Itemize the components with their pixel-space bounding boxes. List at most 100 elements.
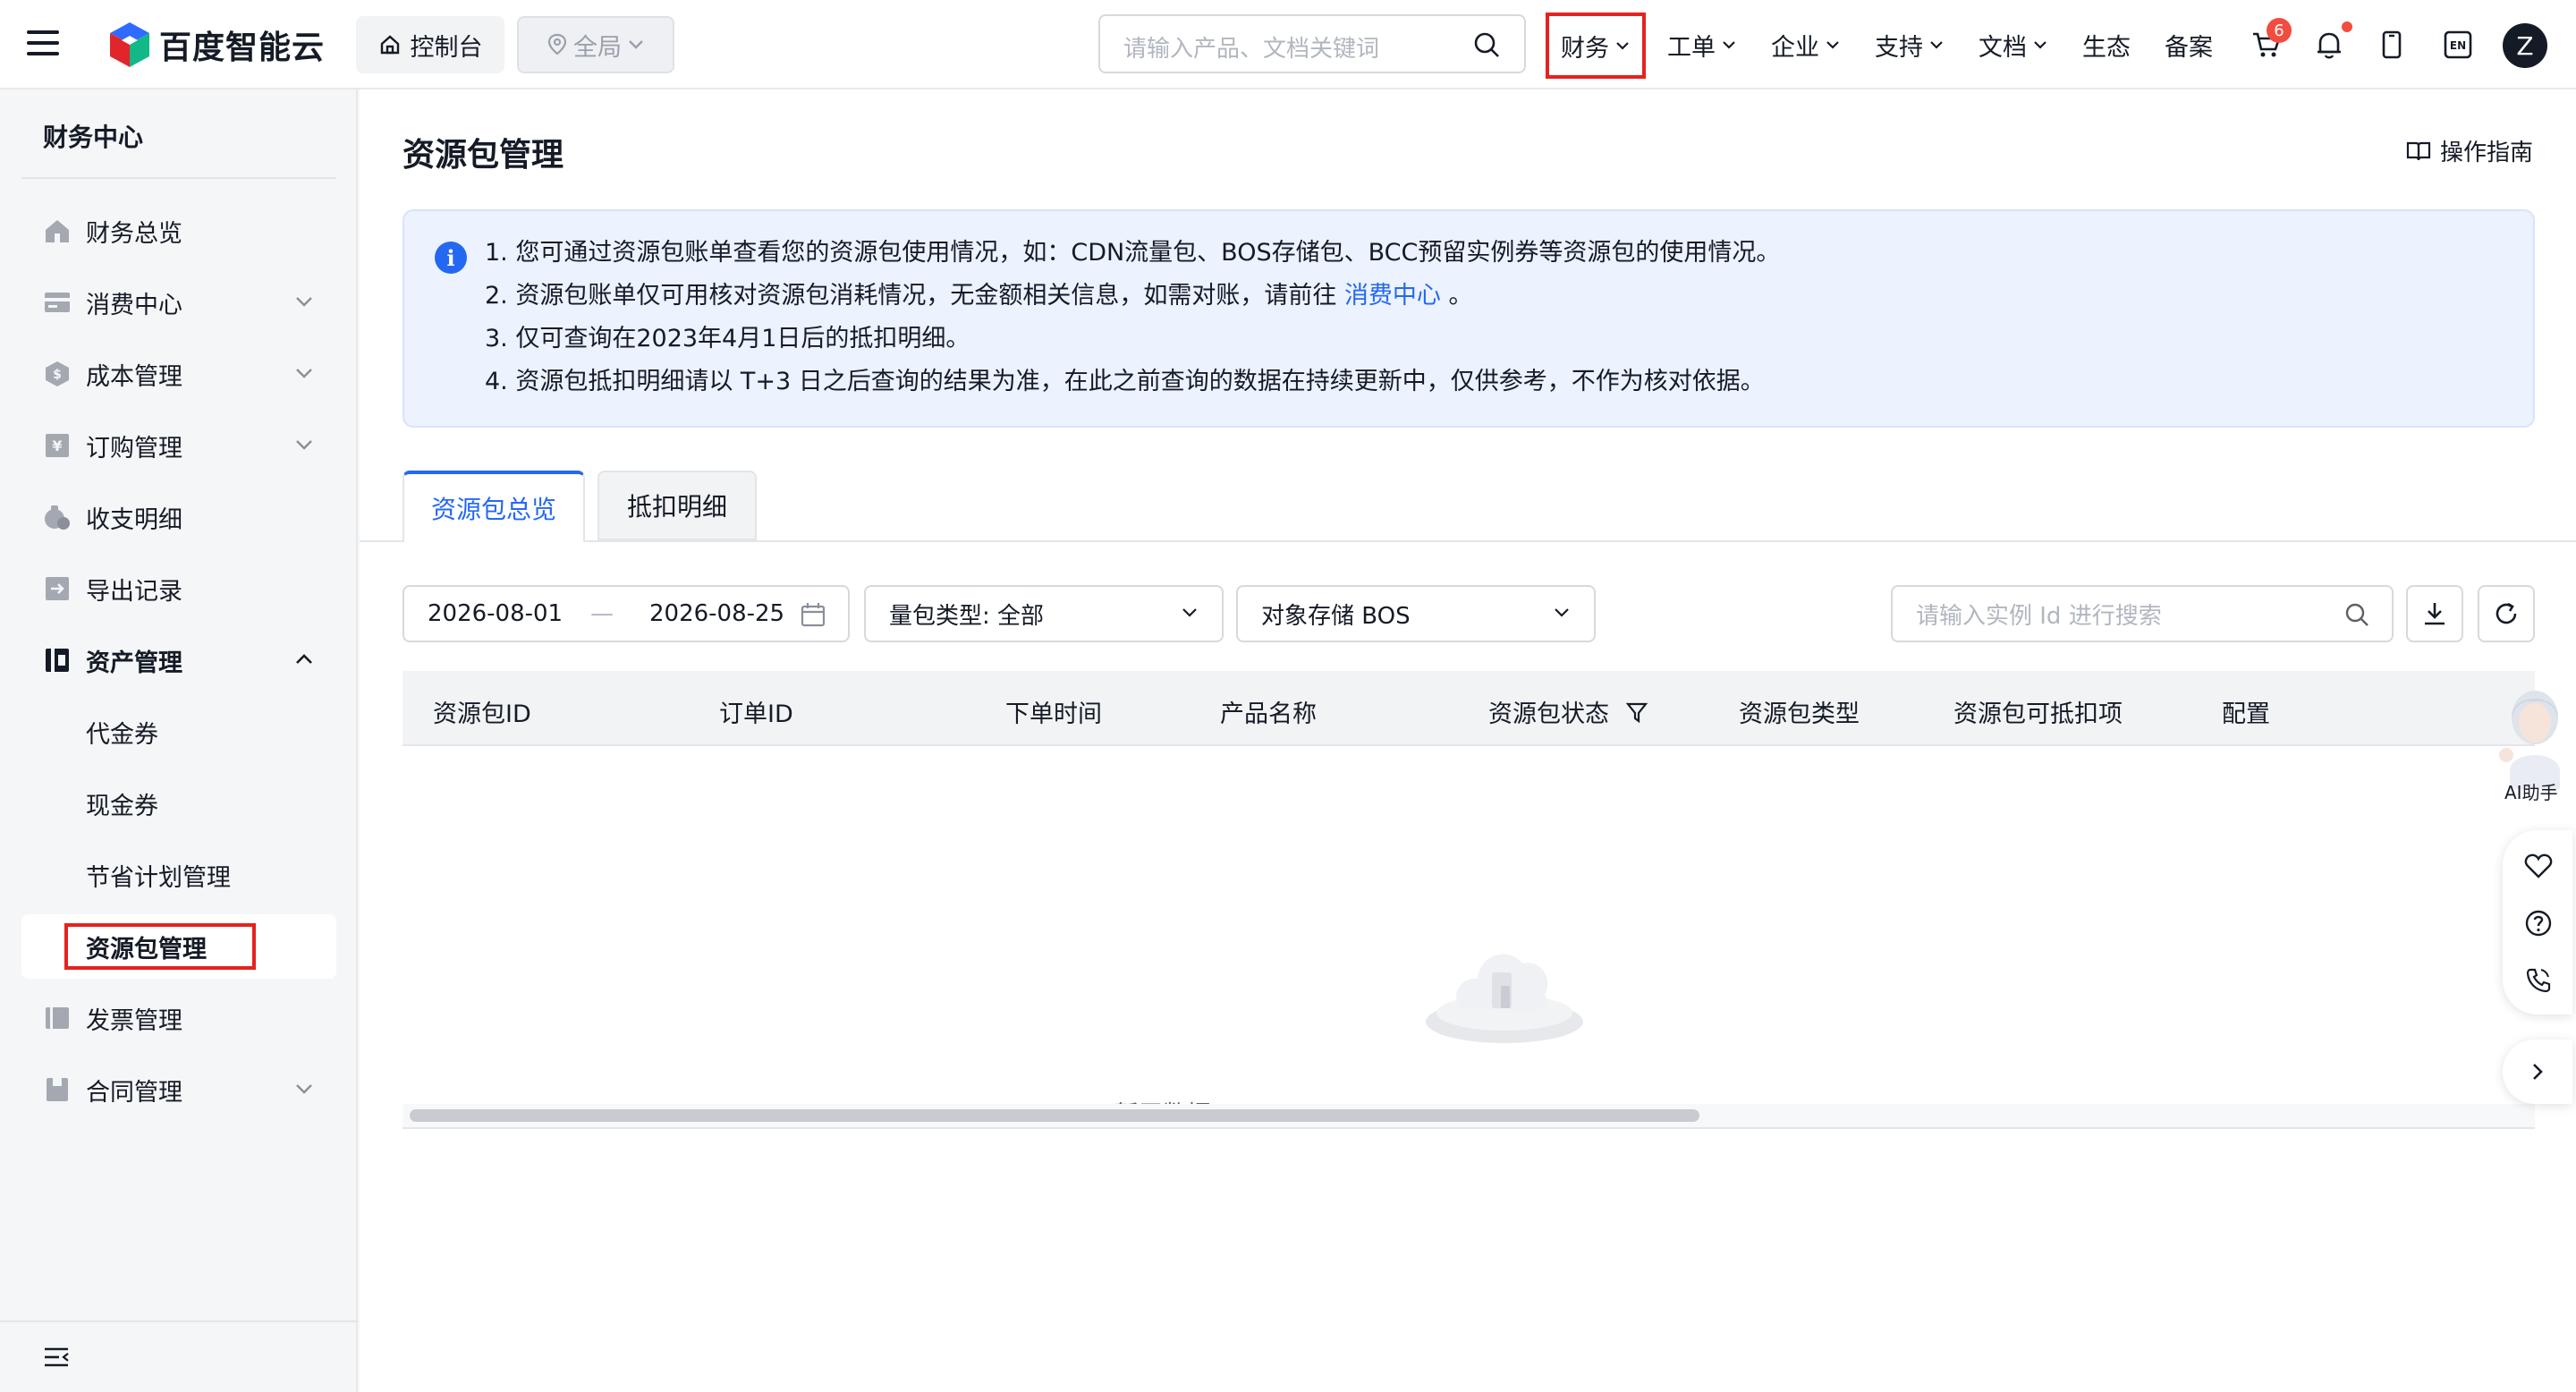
sidebar-item-label: 订购管理 xyxy=(86,434,182,463)
package-type-select[interactable]: 量包类型: 全部 xyxy=(864,585,1224,642)
operation-guide-link[interactable]: 操作指南 xyxy=(2406,134,2533,167)
sidebar-bottom-divider xyxy=(0,1320,358,1322)
bell-icon[interactable] xyxy=(2311,27,2347,63)
page-title: 资源包管理 xyxy=(402,137,564,174)
user-avatar[interactable]: Z xyxy=(2503,23,2547,68)
refresh-button[interactable] xyxy=(2478,585,2535,642)
empty-cloud-icon xyxy=(1426,954,1583,1043)
table-header: 资源包ID 订单ID 下单时间 产品名称 资源包状态 资源包类型 资源包可抵扣项… xyxy=(402,671,2535,746)
collapse-sidebar-icon[interactable] xyxy=(43,1345,70,1369)
mobile-icon[interactable] xyxy=(2374,27,2410,63)
sidebar-item-order[interactable]: ¥ 订购管理 xyxy=(21,413,336,478)
search-icon[interactable] xyxy=(2343,601,2370,628)
sidebar-title: 财务中心 xyxy=(43,123,144,152)
nav-docs[interactable]: 文档 xyxy=(1979,25,2048,64)
ai-assistant-label[interactable]: AI助手 xyxy=(2504,778,2558,804)
column-header-status: 资源包状态 xyxy=(1488,694,1648,729)
sidebar-item-contract[interactable]: 合同管理 xyxy=(21,1057,336,1122)
download-button[interactable] xyxy=(2406,585,2463,642)
notice-line-2-suffix: 。 xyxy=(1448,282,1473,310)
consumption-center-link[interactable]: 消费中心 xyxy=(1344,282,1441,310)
region-selector[interactable]: 全局 xyxy=(517,16,674,73)
chevron-down-icon xyxy=(1616,42,1629,50)
column-header: 产品名称 xyxy=(1220,700,1317,728)
sidebar-item-label: 收支明细 xyxy=(86,505,182,534)
tab-deduction-detail[interactable]: 抵扣明细 xyxy=(597,471,757,540)
chevron-right-icon xyxy=(2533,1064,2543,1080)
sidebar-sub-voucher[interactable]: 代金券 xyxy=(21,700,336,764)
nav-filing[interactable]: 备案 xyxy=(2165,25,2213,64)
info-notice: i 1. 您可通过资源包账单查看您的资源包使用情况，如：CDN流量包、BOS存储… xyxy=(402,209,2535,428)
tab-package-overview[interactable]: 资源包总览 xyxy=(402,471,585,542)
nav-ticket-label: 工单 xyxy=(1667,33,1716,62)
sidebar-item-consumption[interactable]: 消费中心 xyxy=(21,270,336,335)
global-search-input[interactable]: 请输入产品、文档关键词 xyxy=(1098,14,1526,73)
sidebar-item-label: 导出记录 xyxy=(86,577,182,606)
instance-search-input[interactable]: 请输入实例 Id 进行搜索 xyxy=(1891,585,2394,642)
sidebar-item-overview[interactable]: 财务总览 xyxy=(21,199,336,263)
instance-search-placeholder: 请输入实例 Id 进行搜索 xyxy=(1916,602,2162,630)
nav-ecosystem[interactable]: 生态 xyxy=(2082,25,2131,64)
help-icon[interactable] xyxy=(2522,907,2555,939)
asset-icon xyxy=(43,646,72,675)
chevron-down-icon xyxy=(1182,608,1197,617)
sidebar-item-assets[interactable]: 资产管理 xyxy=(21,628,336,692)
favorite-icon[interactable] xyxy=(2522,850,2555,882)
chevron-down-icon xyxy=(296,369,312,378)
card-icon xyxy=(43,288,72,317)
export-icon xyxy=(43,574,72,603)
date-range-picker[interactable]: 2026-08-01 — 2026-08-25 xyxy=(402,585,850,642)
console-button[interactable]: 控制台 xyxy=(356,16,504,73)
nav-ecosystem-label: 生态 xyxy=(2082,33,2131,62)
brand-logo[interactable]: 百度智能云 xyxy=(107,20,325,70)
table-bottom-line xyxy=(402,1127,2535,1129)
guide-label: 操作指南 xyxy=(2439,140,2533,166)
scrollbar-thumb[interactable] xyxy=(410,1109,1699,1122)
book-icon xyxy=(2406,141,2431,160)
sidebar-item-label: 成本管理 xyxy=(86,362,182,391)
nav-docs-label: 文档 xyxy=(1979,33,2027,62)
nav-finance-label: 财务 xyxy=(1561,34,1609,63)
notice-line-2: 2. 资源包账单仅可用核对资源包消耗情况，无金额相关信息，如需对账，请前往 消费… xyxy=(485,276,1473,310)
notice-line-4: 4. 资源包抵扣明细请以 T+3 日之后查询的结果为准，在此之前查询的数据在持续… xyxy=(485,368,1765,395)
yen-icon: ¥ xyxy=(43,431,72,460)
sidebar-sub-cash-coupon[interactable]: 现金券 xyxy=(21,771,336,836)
finance-sidebar: 财务中心 财务总览 消费中心 $ 成本管理 ¥ 订购管理 收支明细 导出记录 资… xyxy=(0,89,358,1392)
info-icon: i xyxy=(435,242,467,274)
sidebar-item-cost[interactable]: $ 成本管理 xyxy=(21,342,336,406)
sidebar-sub-savings-plan[interactable]: 节省计划管理 xyxy=(21,843,336,907)
cost-icon: $ xyxy=(43,360,72,388)
chevron-down-icon xyxy=(1723,41,1735,49)
product-select[interactable]: 对象存储 BOS xyxy=(1236,585,1596,642)
sidebar-item-export[interactable]: 导出记录 xyxy=(21,556,336,621)
filter-icon[interactable] xyxy=(1625,700,1648,724)
notice-line-1: 1. 您可通过资源包账单查看您的资源包使用情况，如：CDN流量包、BOS存储包、… xyxy=(485,239,1781,267)
phone-icon[interactable] xyxy=(2522,964,2555,997)
search-icon[interactable] xyxy=(1472,30,1501,59)
nav-support[interactable]: 支持 xyxy=(1875,25,1945,64)
menu-icon[interactable] xyxy=(27,30,59,57)
column-header: 资源包可抵扣项 xyxy=(1953,700,2123,728)
location-pin-icon xyxy=(547,33,567,55)
nav-ticket[interactable]: 工单 xyxy=(1667,25,1737,64)
nav-enterprise[interactable]: 企业 xyxy=(1771,25,1841,64)
sidebar-item-invoice[interactable]: 发票管理 xyxy=(21,986,336,1050)
language-switch-label: EN xyxy=(2450,39,2466,52)
tab-underline xyxy=(360,540,2576,542)
logo-cube-icon xyxy=(110,22,149,67)
nav-support-label: 支持 xyxy=(1875,33,1923,62)
expand-panel-button[interactable] xyxy=(2503,1040,2572,1104)
top-navigation-bar: 百度智能云 控制台 全局 请输入产品、文档关键词 财务 工单 企业 支持 文档 … xyxy=(0,0,2576,89)
column-header: 订单ID xyxy=(719,700,793,728)
calendar-icon xyxy=(801,603,826,627)
svg-text:$: $ xyxy=(53,368,62,382)
svg-text:¥: ¥ xyxy=(52,437,62,454)
language-switch-icon[interactable]: EN xyxy=(2440,27,2476,63)
column-header: 下单时间 xyxy=(1005,700,1102,728)
nav-finance[interactable]: 财务 xyxy=(1546,13,1646,79)
notice-line-3: 3. 仅可查询在2023年4月1日后的抵扣明细。 xyxy=(485,325,970,352)
brand-name: 百度智能云 xyxy=(159,30,326,66)
chevron-down-icon xyxy=(1555,608,1569,617)
column-header-label: 资源包状态 xyxy=(1488,700,1609,728)
sidebar-item-income-expense[interactable]: 收支明细 xyxy=(21,485,336,549)
